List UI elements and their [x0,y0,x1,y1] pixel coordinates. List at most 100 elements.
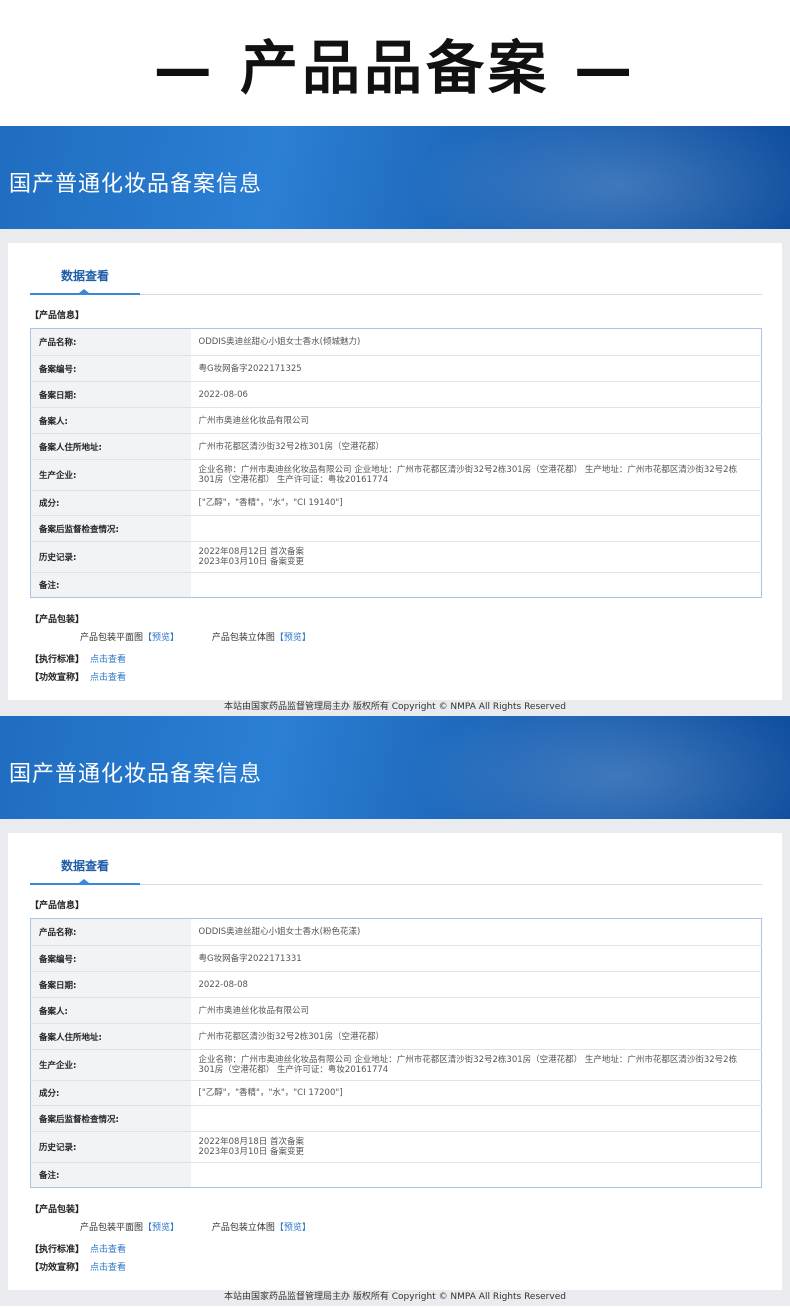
package-row: 产品包装平面图【预览】 产品包装立体图【预览】 [80,630,341,643]
field-label: 备案人: [30,407,191,434]
ingredients-value: ["乙醇"，"香精"，"水"，"CI 17200"] [190,1080,762,1106]
history-value: 2022年08月18日 首次备案 2023年03月10日 备案变更 [190,1131,762,1163]
product-name-value: ODDIS奥迪丝甜心小姐女士香水(粉色花漾) [190,918,762,946]
field-label: 成分: [30,1080,191,1106]
package-row: 产品包装平面图【预览】 产品包装立体图【预览】 [80,1220,341,1233]
product-info-table: 产品名称: ODDIS奥迪丝甜心小姐女士香水(倾城魅力) 备案编号: 粤G妆网备字2… [30,328,762,598]
standard-row: 【执行标准】 点击查看 [30,652,126,665]
inspection-value [190,1105,762,1132]
banner-title: 国产普通化妆品备案信息 [9,762,263,787]
field-label: 备案人住所地址: [30,433,191,460]
registrant-value: 广州市奥迪丝化妆品有限公司 [190,407,762,434]
table-row: 成分: ["乙醇"，"香精"，"水"，"CI 19140"] [30,490,762,516]
efficacy-row: 【功效宣称】 点击查看 [30,670,126,683]
table-row: 生产企业: 企业名称：广州市奥迪丝化妆品有限公司 企业地址：广州市花都区清沙街32… [30,459,762,491]
product-info-table: 产品名称: ODDIS奥迪丝甜心小姐女士香水(粉色花漾) 备案编号: 粤G妆网备字2… [30,918,762,1188]
table-row: 备案人住所地址: 广州市花都区清沙街32号2栋301房（空港花都） [30,1023,762,1050]
standard-label: 【执行标准】 [30,1245,85,1255]
banner: 国产普通化妆品备案信息 [0,126,790,229]
field-label: 备案日期: [30,971,191,998]
table-row: 备注: [30,1162,762,1188]
product-info-label: 【产品信息】 [30,311,85,321]
table-row: 备注: [30,572,762,598]
history-value: 2022年08月12日 首次备案 2023年03月10日 备案变更 [190,541,762,573]
package-flat-preview-link[interactable]: 【预览】 [143,633,179,643]
table-row: 产品名称: ODDIS奥迪丝甜心小姐女士香水(粉色花漾) [30,918,762,946]
standard-label: 【执行标准】 [30,655,85,665]
history-entry: 2023年03月10日 备案变更 [198,1147,304,1157]
table-row: 备案日期: 2022-08-08 [30,971,762,998]
field-label: 备案日期: [30,381,191,408]
remark-value [191,573,762,598]
field-label: 备注: [30,1162,191,1188]
history-entry: 2023年03月10日 备案变更 [198,557,304,567]
tab-bar: 数据查看 [30,855,762,885]
registrant-value: 广州市奥迪丝化妆品有限公司 [190,997,762,1024]
package-3d-preview-link[interactable]: 【预览】 [275,633,311,643]
table-row: 备案人住所地址: 广州市花都区清沙街32号2栋301房（空港花都） [30,433,762,460]
field-label: 产品名称: [30,328,191,356]
efficacy-link[interactable]: 点击查看 [90,673,126,683]
record-section-1: 国产普通化妆品备案信息 数据查看 【产品信息】 产品名称: ODDIS奥迪丝甜心小… [0,126,790,716]
footer: 本站由国家药品监督管理局主办 版权所有 Copyright © NMPA All… [224,702,566,712]
history-entry: 2022年08月18日 首次备案 [198,1137,304,1147]
package-flat-label: 产品包装平面图 [80,1223,144,1233]
table-row: 生产企业: 企业名称：广州市奥迪丝化妆品有限公司 企业地址：广州市花都区清沙街32… [30,1049,762,1081]
product-name-value: ODDIS奥迪丝甜心小姐女士香水(倾城魅力) [190,328,762,356]
field-label: 历史记录: [30,541,191,573]
efficacy-label: 【功效宣称】 [30,673,85,683]
efficacy-label: 【功效宣称】 [30,1263,85,1273]
table-row: 备案日期: 2022-08-06 [30,381,762,408]
banner-title: 国产普通化妆品备案信息 [9,172,263,197]
table-row: 备案人: 广州市奥迪丝化妆品有限公司 [30,997,762,1024]
address-value: 广州市花都区清沙街32号2栋301房（空港花都） [190,433,762,460]
tab-data-view[interactable]: 数据查看 [30,855,140,885]
record-date-value: 2022-08-06 [190,381,762,408]
package-3d-label: 产品包装立体图 [211,633,275,643]
record-date-value: 2022-08-08 [190,971,762,998]
remark-value [191,1163,762,1188]
manufacturer-value: 企业名称：广州市奥迪丝化妆品有限公司 企业地址：广州市花都区清沙街32号2栋30… [190,1049,762,1081]
record-no-value: 粤G妆网备字2022171331 [190,945,762,972]
package-3d-preview-link[interactable]: 【预览】 [275,1223,311,1233]
package-3d-label: 产品包装立体图 [211,1223,275,1233]
package-flat-label: 产品包装平面图 [80,633,144,643]
field-label: 备案后监督检查情况: [30,1105,191,1132]
footer: 本站由国家药品监督管理局主办 版权所有 Copyright © NMPA All… [224,1292,566,1302]
field-label: 备案编号: [30,945,191,972]
standard-link[interactable]: 点击查看 [90,655,126,665]
efficacy-row: 【功效宣称】 点击查看 [30,1260,126,1273]
field-label: 生产企业: [30,1049,191,1081]
history-entry: 2022年08月12日 首次备案 [198,547,304,557]
field-label: 生产企业: [30,459,191,491]
banner: 国产普通化妆品备案信息 [0,716,790,819]
table-row: 备案编号: 粤G妆网备字2022171325 [30,355,762,382]
standard-link[interactable]: 点击查看 [90,1245,126,1255]
field-label: 备案后监督检查情况: [30,515,191,542]
page-title: — 产品品备案 — [153,34,637,102]
table-row: 备案后监督检查情况: [30,1105,762,1132]
record-section-2: 国产普通化妆品备案信息 数据查看 【产品信息】 产品名称: ODDIS奥迪丝甜心小… [0,716,790,1306]
field-label: 备注: [30,572,191,598]
table-row: 备案编号: 粤G妆网备字2022171331 [30,945,762,972]
tab-bar: 数据查看 [30,265,762,295]
table-row: 成分: ["乙醇"，"香精"，"水"，"CI 17200"] [30,1080,762,1106]
efficacy-link[interactable]: 点击查看 [90,1263,126,1273]
record-card: 数据查看 【产品信息】 产品名称: ODDIS奥迪丝甜心小姐女士香水(倾城魅力) … [8,243,782,700]
record-card: 数据查看 【产品信息】 产品名称: ODDIS奥迪丝甜心小姐女士香水(粉色花漾) … [8,833,782,1290]
table-row: 备案后监督检查情况: [30,515,762,542]
table-row: 历史记录: 2022年08月18日 首次备案 2023年03月10日 备案变更 [30,1131,762,1163]
table-row: 历史记录: 2022年08月12日 首次备案 2023年03月10日 备案变更 [30,541,762,573]
package-label: 【产品包装】 [30,615,85,625]
field-label: 备案人: [30,997,191,1024]
field-label: 备案人住所地址: [30,1023,191,1050]
tab-data-view[interactable]: 数据查看 [30,265,140,295]
product-info-label: 【产品信息】 [30,901,85,911]
manufacturer-value: 企业名称：广州市奥迪丝化妆品有限公司 企业地址：广州市花都区清沙街32号2栋30… [190,459,762,491]
table-row: 产品名称: ODDIS奥迪丝甜心小姐女士香水(倾城魅力) [30,328,762,356]
package-label: 【产品包装】 [30,1205,85,1215]
address-value: 广州市花都区清沙街32号2栋301房（空港花都） [190,1023,762,1050]
ingredients-value: ["乙醇"，"香精"，"水"，"CI 19140"] [190,490,762,516]
field-label: 产品名称: [30,918,191,946]
package-flat-preview-link[interactable]: 【预览】 [143,1223,179,1233]
